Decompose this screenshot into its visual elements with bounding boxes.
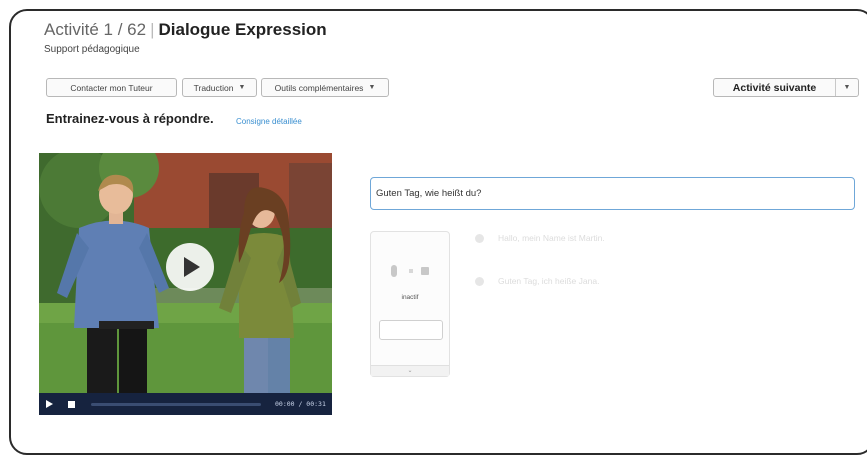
answer-option[interactable]: Hallo, mein Name ist Martin.: [475, 233, 605, 243]
page-title: Activité 1 / 62 | Dialogue Expression: [44, 20, 327, 40]
microphone-icon[interactable]: [387, 262, 433, 282]
recording-input[interactable]: [379, 320, 443, 340]
next-activity-menu-toggle[interactable]: ▼: [836, 79, 858, 96]
activity-name: Dialogue Expression: [158, 20, 327, 39]
activity-subtitle: Support pédagogique: [44, 44, 140, 55]
next-activity-label[interactable]: Activité suivante: [714, 79, 836, 96]
activity-counter: Activité 1 / 62: [44, 20, 147, 39]
video-time: 00:00 / 00:31: [275, 400, 326, 408]
radio-icon[interactable]: [475, 233, 484, 243]
dialogue-question: Guten Tag, wie heißt du?: [370, 177, 855, 210]
tools-dropdown[interactable]: Outils complémentaires ▼: [261, 78, 389, 97]
next-activity-button[interactable]: Activité suivante ▼: [713, 78, 859, 97]
contact-tutor-label: Contacter mon Tuteur: [70, 82, 153, 93]
video-play-overlay-button[interactable]: [166, 243, 214, 291]
activity-header: Activité 1 / 62 | Dialogue Expression Supp…: [44, 20, 327, 55]
tools-label: Outils complémentaires: [274, 82, 364, 93]
answer-option[interactable]: Guten Tag, ich heiße Jana.: [475, 276, 599, 286]
radio-icon[interactable]: [475, 276, 484, 286]
answer-option-text: Hallo, mein Name ist Martin.: [498, 233, 605, 243]
detailed-instruction-link[interactable]: Consigne détaillée: [236, 117, 302, 126]
translation-label: Traduction: [193, 82, 234, 93]
play-icon: [184, 257, 200, 277]
play-icon[interactable]: [46, 400, 53, 408]
title-separator: |: [150, 20, 155, 39]
chevron-down-icon: ▼: [843, 84, 851, 91]
answer-option-text: Guten Tag, ich heiße Jana.: [498, 276, 600, 286]
stop-icon[interactable]: [68, 400, 75, 408]
question-text: Guten Tag, wie heißt du?: [376, 188, 482, 199]
contact-tutor-button[interactable]: Contacter mon Tuteur: [46, 78, 177, 97]
audio-recorder-panel: inactif ⌄: [370, 231, 450, 377]
video-progress-bar[interactable]: [91, 402, 261, 406]
translation-dropdown[interactable]: Traduction ▼: [182, 78, 257, 97]
chevron-down-icon: ⌄: [407, 368, 413, 374]
recorder-footer: ⌄: [371, 365, 449, 376]
recorder-status: inactif: [401, 294, 419, 301]
video-controls: 00:00 / 00:31: [39, 393, 332, 415]
chevron-down-icon: ▼: [238, 84, 246, 91]
chevron-down-icon: ▼: [368, 84, 376, 91]
instruction-heading: Entrainez-vous à répondre.: [46, 111, 214, 126]
